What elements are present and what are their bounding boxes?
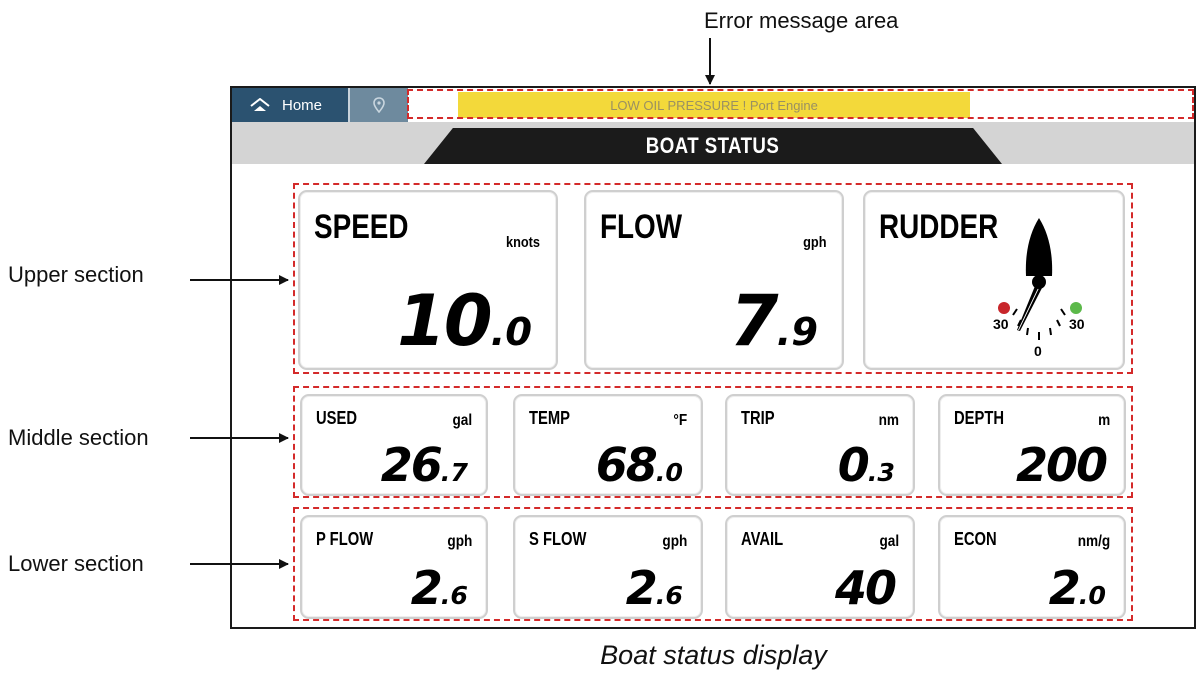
econ-gauge[interactable]: ECON nm/g 2.0 — [938, 515, 1126, 619]
title-banner: BOAT STATUS — [424, 128, 1002, 164]
gauge-value: 2.6 — [410, 561, 468, 615]
gauge-unit: gph — [447, 533, 472, 550]
lower-section-callout: Lower section — [8, 551, 144, 576]
gauge-label: S FLOW — [529, 529, 587, 549]
gauge-unit: °F — [673, 412, 687, 429]
speed-gauge[interactable]: SPEED knots 10.0 — [298, 190, 558, 370]
depth-gauge[interactable]: DEPTH m 200 — [938, 394, 1126, 496]
gauge-value: 0.3 — [837, 438, 895, 492]
page-title: BOAT STATUS — [646, 133, 780, 158]
starboard-dot — [1070, 302, 1082, 314]
avail-gauge[interactable]: AVAIL gal 40 — [725, 515, 915, 619]
error-area-callout: Error message area — [704, 8, 899, 33]
flow-gauge[interactable]: FLOW gph 7.9 — [584, 190, 844, 370]
boat-hull-icon — [1025, 218, 1053, 276]
gauge-unit: gph — [802, 234, 826, 251]
top-bar: Home LOW OIL PRESSURE ! Port Engine — [232, 88, 1194, 122]
gauge-unit: gph — [662, 533, 687, 550]
gauge-value: 40 — [834, 561, 897, 615]
gauge-label: P FLOW — [316, 529, 374, 549]
gauge-value: 10.0 — [397, 280, 532, 362]
error-message-bar[interactable]: LOW OIL PRESSURE ! Port Engine — [458, 92, 970, 118]
rudder-gauge[interactable]: RUDDER 30 30 0 — [863, 190, 1125, 370]
used-gauge[interactable]: USED gal 26.7 — [300, 394, 488, 496]
gauge-value: 7.9 — [729, 280, 818, 362]
gauge-label: SPEED — [314, 208, 409, 246]
middle-section-callout: Middle section — [8, 425, 149, 450]
gauge-label: ECON — [954, 529, 997, 549]
gauge-value: 2.6 — [625, 561, 683, 615]
gauge-unit: knots — [505, 234, 540, 251]
house-icon — [250, 98, 270, 111]
gauge-value: 200 — [1015, 438, 1108, 492]
home-button[interactable]: Home — [232, 88, 350, 122]
rudder-scale-center: 0 — [1034, 343, 1042, 359]
home-label: Home — [282, 96, 323, 114]
temp-gauge[interactable]: TEMP °F 68.0 — [513, 394, 703, 496]
rudder-indicator: 30 30 0 — [993, 218, 1085, 359]
gauge-label: USED — [316, 408, 358, 428]
gauge-unit: m — [1097, 412, 1110, 429]
trip-gauge[interactable]: TRIP nm 0.3 — [725, 394, 915, 496]
gauge-unit: nm/g — [1077, 533, 1110, 550]
location-button[interactable] — [350, 88, 408, 122]
gauge-label: FLOW — [600, 208, 683, 246]
gauge-unit: nm — [878, 412, 899, 429]
gauge-label: TEMP — [529, 408, 571, 428]
boat-status-screen: Home LOW OIL PRESSURE ! Port Engine BOAT… — [230, 86, 1196, 629]
rudder-scale-left: 30 — [993, 316, 1009, 332]
title-bar: BOAT STATUS — [232, 122, 1194, 164]
gauge-value: 2.0 — [1048, 561, 1106, 615]
figure-caption: Boat status display — [600, 640, 827, 670]
gauge-value: 26.7 — [380, 438, 468, 492]
s-flow-gauge[interactable]: S FLOW gph 2.6 — [513, 515, 703, 619]
gauge-label: TRIP — [741, 408, 775, 428]
rudder-scale-right: 30 — [1069, 316, 1085, 332]
gauge-unit: gal — [879, 533, 899, 550]
upper-section-callout: Upper section — [8, 262, 144, 287]
gauge-label: AVAIL — [741, 529, 784, 549]
p-flow-gauge[interactable]: P FLOW gph 2.6 — [300, 515, 488, 619]
gauge-value: 68.0 — [595, 438, 683, 492]
location-pin-icon — [373, 97, 385, 113]
gauge-unit: gal — [452, 412, 472, 429]
port-dot — [998, 302, 1010, 314]
gauge-label: DEPTH — [954, 408, 1005, 428]
rudder-needle — [1017, 275, 1046, 331]
